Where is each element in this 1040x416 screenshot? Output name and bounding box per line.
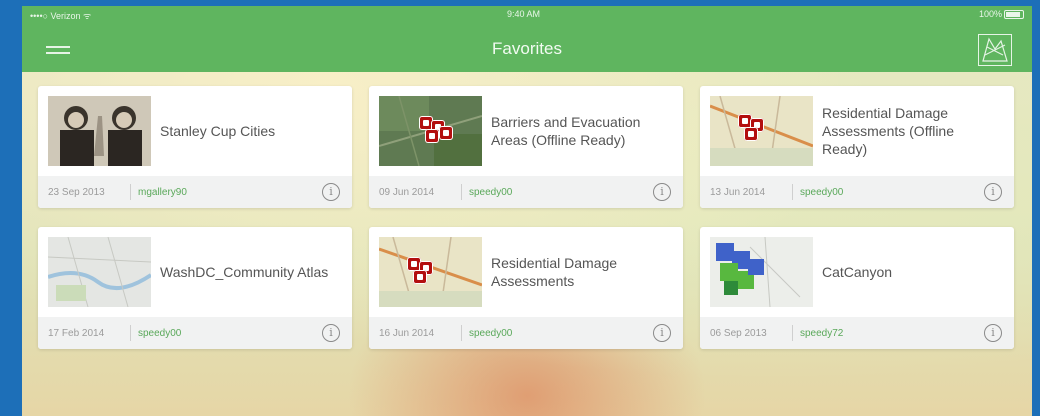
footer-divider — [792, 184, 793, 200]
card-title: CatCanyon — [822, 264, 893, 280]
info-icon[interactable]: i — [653, 324, 671, 342]
card-owner[interactable]: speedy00 — [469, 187, 512, 198]
card-owner[interactable]: speedy00 — [800, 187, 843, 198]
card-title: Barriers and Evacuation Areas (Offline R… — [491, 114, 641, 148]
status-bar: ••••○ Verizon ᯤ 9:40 AM 100% — [22, 6, 1032, 22]
card-date: 17 Feb 2014 — [48, 328, 105, 339]
card-title: Residential Damage Assessments — [491, 255, 618, 289]
battery-icon — [1004, 10, 1024, 19]
card-footer: 13 Jun 2014 speedy00 i — [700, 176, 1014, 208]
card-footer: 17 Feb 2014 speedy00 i — [38, 317, 352, 349]
card-owner[interactable]: speedy00 — [138, 328, 181, 339]
map-gallery-icon[interactable] — [978, 34, 1012, 66]
card-footer: 09 Jun 2014 speedy00 i — [369, 176, 683, 208]
card-date: 16 Jun 2014 — [379, 328, 435, 339]
card-title: Stanley Cup Cities — [160, 123, 276, 139]
card-date: 13 Jun 2014 — [710, 187, 766, 198]
card-owner[interactable]: speedy00 — [469, 328, 512, 339]
card-thumbnail-map — [379, 96, 482, 166]
info-icon[interactable]: i — [984, 324, 1002, 342]
info-icon[interactable]: i — [984, 183, 1002, 201]
card-title: Residential Damage Assessments (Offline … — [822, 105, 955, 157]
footer-divider — [461, 184, 462, 200]
navigation-bar: ••••○ Verizon ᯤ 9:40 AM 100% Favorites — [22, 6, 1032, 72]
footer-divider — [792, 325, 793, 341]
favorite-card[interactable]: Residential Damage Assessments (Offline … — [700, 86, 1014, 208]
favorite-card[interactable]: Residential Damage Assessments 16 Jun 20… — [369, 227, 683, 349]
info-icon[interactable]: i — [322, 324, 340, 342]
card-thumbnail-map — [48, 237, 151, 307]
battery-percent: 100% — [978, 9, 1002, 19]
card-date: 06 Sep 2013 — [710, 328, 767, 339]
card-date: 09 Jun 2014 — [379, 187, 435, 198]
card-thumbnail-map — [710, 96, 813, 166]
app-screen: ••••○ Verizon ᯤ 9:40 AM 100% Favorites S… — [22, 6, 1032, 416]
card-thumbnail-map — [710, 237, 813, 307]
status-time: 9:40 AM — [507, 9, 541, 19]
card-title: WashDC_Community Atlas — [160, 264, 329, 280]
favorite-card[interactable]: Barriers and Evacuation Areas (Offline R… — [369, 86, 683, 208]
favorite-card[interactable]: CatCanyon 06 Sep 2013 speedy72 i — [700, 227, 1014, 349]
favorite-card[interactable]: WashDC_Community Atlas 17 Feb 2014 speed… — [38, 227, 352, 349]
card-owner[interactable]: speedy72 — [800, 328, 843, 339]
page-title: Favorites — [492, 39, 562, 58]
footer-divider — [130, 325, 131, 341]
card-thumbnail-photo — [48, 96, 151, 166]
card-owner[interactable]: mgallery90 — [138, 187, 187, 198]
favorite-card[interactable]: Stanley Cup Cities 23 Sep 2013 mgallery9… — [38, 86, 352, 208]
footer-divider — [130, 184, 131, 200]
card-footer: 23 Sep 2013 mgallery90 i — [38, 176, 352, 208]
card-footer: 06 Sep 2013 speedy72 i — [700, 317, 1014, 349]
footer-divider — [461, 325, 462, 341]
carrier-signal: ••••○ Verizon ᯤ — [30, 11, 92, 21]
info-icon[interactable]: i — [322, 183, 340, 201]
card-thumbnail-map — [379, 237, 482, 307]
card-date: 23 Sep 2013 — [48, 187, 105, 198]
card-footer: 16 Jun 2014 speedy00 i — [369, 317, 683, 349]
info-icon[interactable]: i — [653, 183, 671, 201]
